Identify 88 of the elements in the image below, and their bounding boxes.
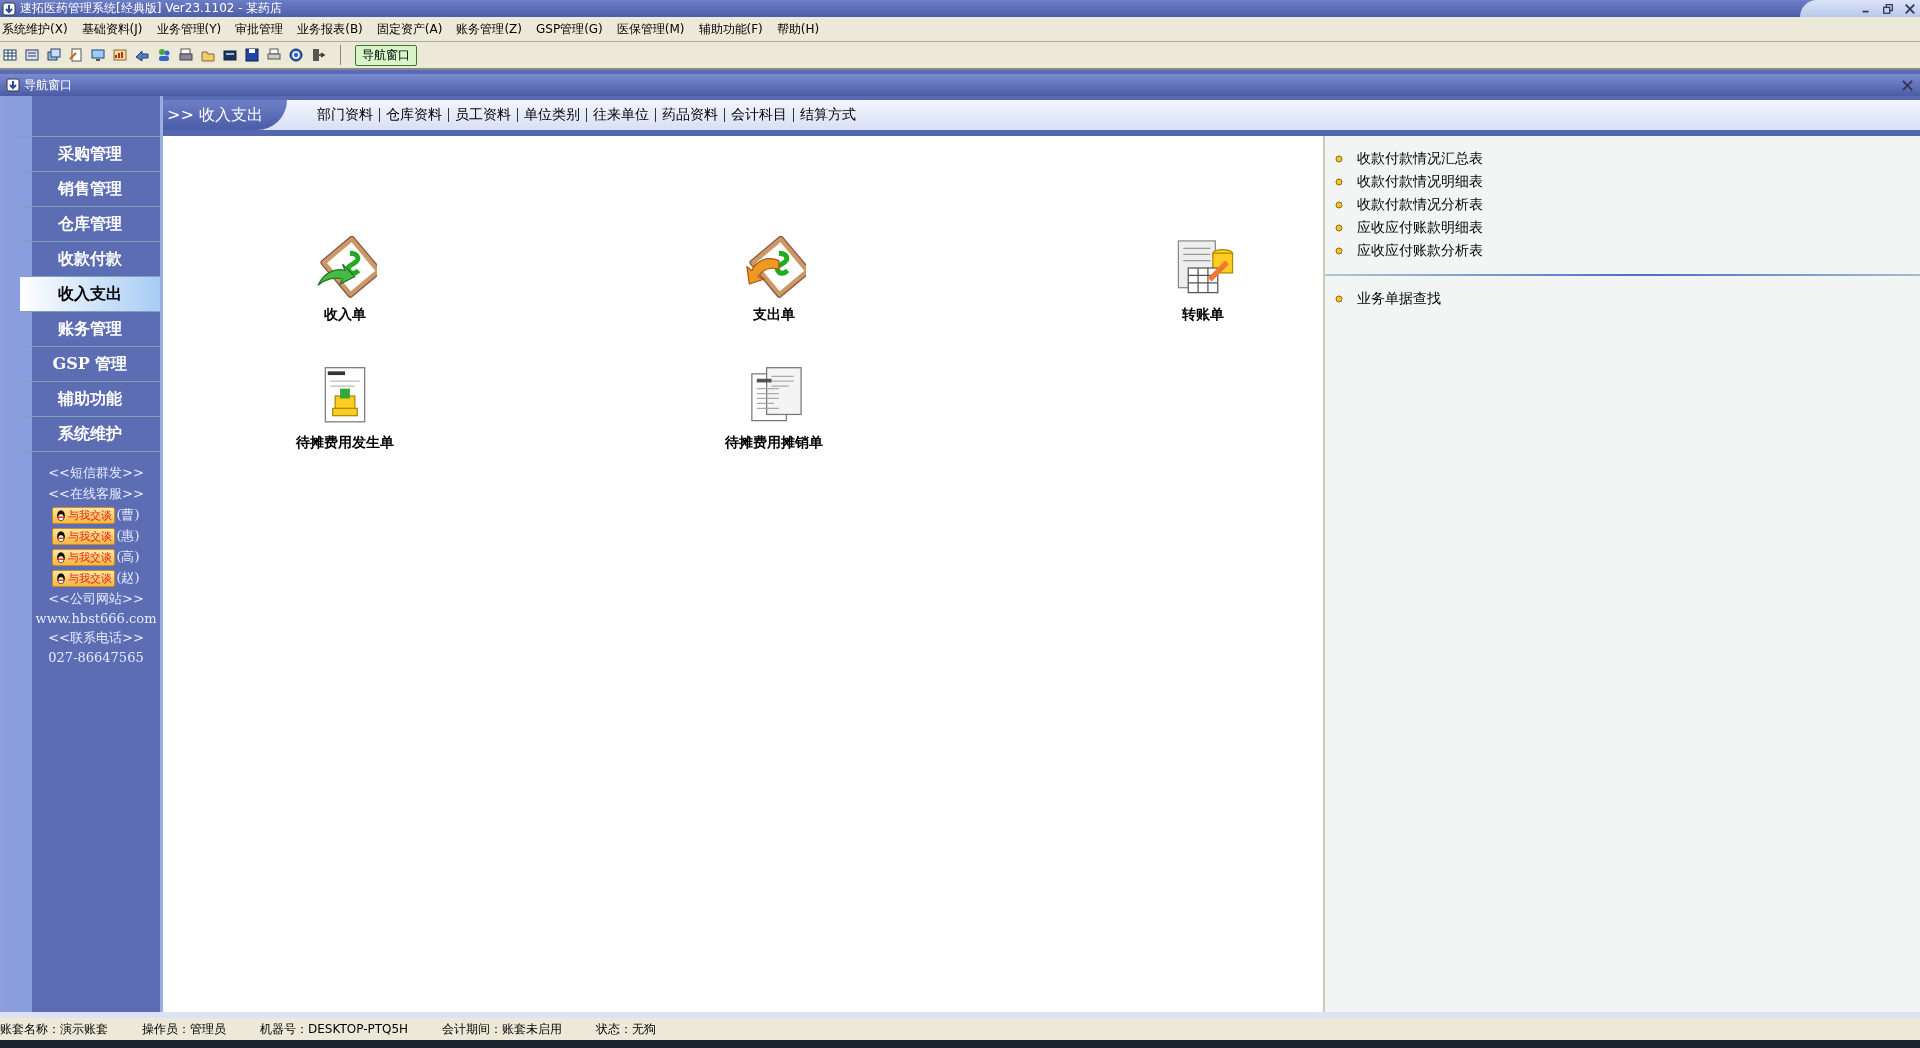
window-title: 速拓医药管理系统[经典版] Ver23.1102 - 某药店	[20, 0, 283, 17]
nav-window-title: 导航窗口	[24, 76, 72, 94]
status-text: 账套名称：演示账套	[0, 1020, 108, 1038]
contact-name: (赵)	[116, 569, 140, 587]
section-link[interactable]: 会计科目	[730, 106, 787, 124]
sidebar-item[interactable]: 账务管理	[20, 312, 160, 347]
contact-name: (惠)	[116, 527, 140, 545]
report-link[interactable]: 应收应付账款分析表	[1357, 242, 1483, 260]
menu-item[interactable]: 固定资产(A)	[376, 20, 443, 38]
contact-name: (曹)	[116, 506, 140, 524]
menu-item[interactable]: 医保管理(M)	[616, 20, 685, 38]
section-link[interactable]: 结算方式	[799, 106, 856, 124]
document-tile[interactable]: 转账单	[1083, 236, 1323, 324]
grid-icon[interactable]	[2, 47, 18, 63]
document-tile[interactable]: 待摊费用摊销单	[654, 364, 894, 452]
section-link[interactable]: 仓库资料	[385, 106, 442, 124]
nav-window-button[interactable]: 导航窗口	[355, 44, 417, 66]
report-link[interactable]: 收款付款情况汇总表	[1357, 150, 1483, 168]
contact-text: www.hbst666.com	[35, 611, 157, 626]
penguin-icon	[55, 508, 68, 522]
contact-text: 027-86647565	[48, 650, 144, 665]
monitor-icon[interactable]	[90, 47, 106, 63]
sidebar-item[interactable]: 采购管理	[20, 137, 160, 172]
close-button[interactable]	[1904, 2, 1916, 15]
menu-item[interactable]: 基础资料(J)	[81, 20, 143, 38]
section-link[interactable]: 往来单位	[592, 106, 649, 124]
sidebar-item[interactable]: 销售管理	[20, 172, 160, 207]
bullet-icon	[1335, 247, 1343, 255]
sidebar-link[interactable]: <<联系电话>>	[48, 629, 144, 647]
document-label: 待摊费用发生单	[296, 434, 394, 452]
sidebar-item[interactable]: 收入支出	[20, 277, 160, 312]
sidebar-item[interactable]: 辅助功能	[20, 382, 160, 417]
report-link[interactable]: 收款付款情况分析表	[1357, 196, 1483, 214]
status-text: 状态：无狗	[596, 1020, 657, 1038]
menu-item[interactable]: 帮助(H)	[776, 20, 820, 38]
menu-item[interactable]: 系统维护(X)	[2, 20, 68, 38]
sidebar-item[interactable]: 仓库管理	[20, 207, 160, 242]
contact-name: (高)	[116, 548, 140, 566]
bullet-icon	[1335, 155, 1343, 163]
menu-item[interactable]: 辅助功能(F)	[698, 20, 763, 38]
document-label: 支出单	[753, 306, 795, 324]
document-label: 转账单	[1182, 306, 1224, 324]
status-text: 机器号：DESKTOP-PTQ5H	[260, 1020, 409, 1038]
status-text: 操作员：管理员	[142, 1020, 226, 1038]
menu-item[interactable]: 业务报表(B)	[297, 20, 363, 38]
document-tile[interactable]: 收入单	[225, 236, 465, 324]
sidebar-link[interactable]: <<公司网站>>	[48, 590, 144, 608]
bullet-icon	[1335, 295, 1343, 303]
document-tile[interactable]: 待摊费用发生单	[225, 364, 465, 452]
chart-icon[interactable]	[112, 47, 128, 63]
menu-item[interactable]: 审批管理	[235, 20, 284, 38]
app-icon	[6, 78, 20, 92]
sidebar-link[interactable]: <<短信群发>>	[48, 464, 144, 482]
status-text: 会计期间：账套未启用	[442, 1020, 563, 1038]
section-link[interactable]: 部门资料	[316, 106, 373, 124]
penguin-icon	[55, 571, 68, 585]
card-icon[interactable]	[222, 47, 238, 63]
report-link[interactable]: 应收应付账款明细表	[1357, 219, 1483, 237]
menu-item[interactable]: 业务管理(Y)	[156, 20, 222, 38]
document-label: 收入单	[324, 306, 366, 324]
report-link[interactable]: 业务单据查找	[1357, 290, 1441, 308]
restore-button[interactable]	[1882, 2, 1894, 15]
app-icon	[2, 1, 16, 16]
printer-icon[interactable]	[266, 47, 282, 63]
menu-item[interactable]: GSP管理(G)	[536, 20, 603, 38]
section-link[interactable]: 员工资料	[454, 106, 511, 124]
bullet-icon	[1335, 201, 1343, 209]
windows-icon[interactable]	[46, 47, 62, 63]
exit-icon[interactable]	[310, 47, 326, 63]
penguin-icon	[55, 550, 68, 564]
penguin-icon	[55, 529, 68, 543]
printer-icon[interactable]	[178, 47, 194, 63]
list-icon[interactable]	[24, 47, 40, 63]
section-link[interactable]: 单位类别	[523, 106, 580, 124]
sidebar-item[interactable]: 系统维护	[20, 417, 160, 452]
document-tile[interactable]: 支出单	[654, 236, 894, 324]
bullet-icon	[1335, 224, 1343, 232]
document-icon[interactable]	[68, 47, 84, 63]
document-label: 待摊费用摊销单	[725, 434, 823, 452]
section-title: >> 收入支出	[163, 100, 287, 130]
sidebar-link[interactable]: <<在线客服>>	[48, 485, 144, 503]
save-icon[interactable]	[244, 47, 260, 63]
sidebar-item[interactable]: GSP 管理	[20, 347, 160, 382]
menu-item[interactable]: 账务管理(Z)	[456, 20, 522, 38]
report-link[interactable]: 收款付款情况明细表	[1357, 173, 1483, 191]
bullet-icon	[1335, 178, 1343, 186]
section-link[interactable]: 药品资料	[661, 106, 718, 124]
people-icon[interactable]	[156, 47, 172, 63]
